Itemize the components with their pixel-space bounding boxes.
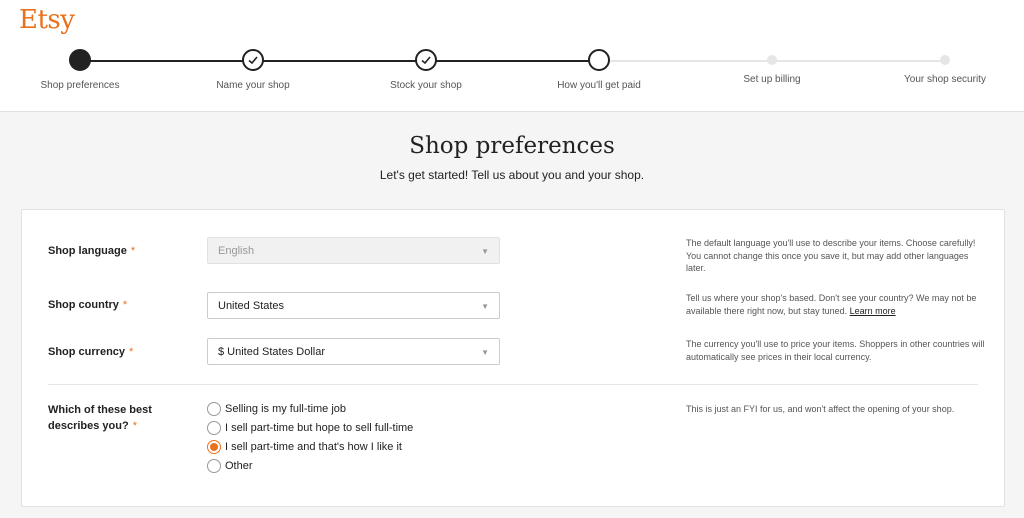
step-label: Stock your shop bbox=[390, 80, 462, 91]
required-marker: * bbox=[129, 346, 134, 358]
shop-country-select[interactable]: United States ▼ bbox=[207, 292, 500, 319]
step-name-your-shop[interactable]: Name your shop bbox=[173, 49, 333, 91]
step-label: Name your shop bbox=[216, 80, 290, 91]
radio-button[interactable] bbox=[207, 421, 221, 435]
shop-country-help: Tell us where your shop's based. Don't s… bbox=[686, 293, 977, 316]
shop-language-select[interactable]: English ▼ bbox=[207, 237, 500, 264]
chevron-down-icon: ▼ bbox=[481, 348, 489, 357]
page-subtitle: Let's get started! Tell us about you and… bbox=[379, 168, 645, 182]
step-set-up-billing: Set up billing bbox=[692, 49, 852, 85]
header: Etsy Shop preferences Name your shop Sto… bbox=[0, 0, 1024, 112]
required-marker: * bbox=[132, 420, 137, 432]
shop-language-help: The default language you'll use to descr… bbox=[686, 238, 976, 273]
radio-button[interactable] bbox=[207, 402, 221, 416]
required-marker: * bbox=[130, 245, 136, 257]
required-marker: * bbox=[122, 299, 128, 311]
describes-you-help: This is just an FYI for us, and won't af… bbox=[686, 404, 955, 414]
radio-dot-icon bbox=[210, 443, 218, 451]
checkmark-icon bbox=[415, 49, 437, 71]
shop-preferences-form: Shop language * English ▼ The default lan… bbox=[21, 209, 1005, 507]
radio-option-hope-full-time[interactable]: I sell part-time but hope to sell full-t… bbox=[207, 421, 413, 435]
shop-currency-label: Shop currency * bbox=[48, 346, 134, 358]
chevron-down-icon: ▼ bbox=[481, 247, 489, 256]
empty-step-icon bbox=[588, 49, 610, 71]
radio-button[interactable] bbox=[207, 459, 221, 473]
step-stock-your-shop[interactable]: Stock your shop bbox=[346, 49, 506, 91]
step-label: How you'll get paid bbox=[557, 80, 641, 91]
shop-language-label: Shop language * bbox=[48, 245, 136, 257]
upcoming-step-icon bbox=[940, 55, 950, 65]
radio-option-part-time[interactable]: I sell part-time and that's how I like i… bbox=[207, 440, 402, 454]
step-label: Set up billing bbox=[743, 74, 801, 85]
checkmark-icon bbox=[242, 49, 264, 71]
step-how-youll-get-paid[interactable]: How you'll get paid bbox=[519, 49, 679, 91]
chevron-down-icon: ▼ bbox=[481, 302, 489, 311]
shop-currency-select[interactable]: $ United States Dollar ▼ bbox=[207, 338, 500, 365]
divider bbox=[48, 384, 978, 385]
step-your-shop-security: Your shop security bbox=[865, 49, 1024, 85]
radio-option-other[interactable]: Other bbox=[207, 459, 253, 473]
learn-more-link[interactable]: Learn more bbox=[850, 306, 896, 316]
shop-currency-help: The currency you'll use to price your it… bbox=[686, 339, 985, 362]
describes-you-label: Which of these best describes you? * bbox=[48, 404, 152, 432]
step-label: Shop preferences bbox=[40, 80, 120, 91]
current-step-icon bbox=[69, 49, 91, 71]
shop-country-label: Shop country * bbox=[48, 299, 128, 311]
etsy-logo[interactable]: Etsy bbox=[19, 5, 75, 35]
upcoming-step-icon bbox=[767, 55, 777, 65]
radio-option-full-time[interactable]: Selling is my full-time job bbox=[207, 402, 346, 416]
step-shop-preferences[interactable]: Shop preferences bbox=[0, 49, 160, 91]
radio-button-selected[interactable] bbox=[207, 440, 221, 454]
page-title: Shop preferences bbox=[409, 133, 615, 159]
step-label: Your shop security bbox=[904, 74, 986, 85]
